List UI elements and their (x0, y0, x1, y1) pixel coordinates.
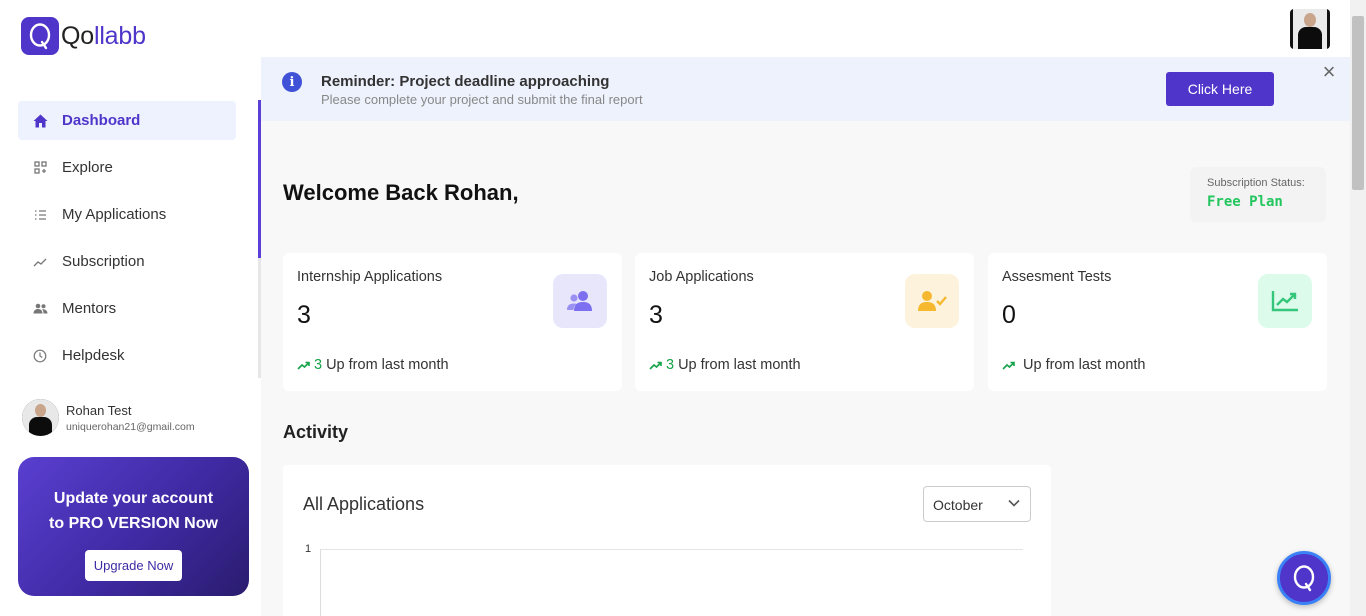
chart-gridline (320, 549, 1023, 550)
sidebar-item-label: Helpdesk (62, 347, 125, 364)
sidebar-item-dashboard[interactable]: Dashboard (18, 101, 236, 140)
card-title: Assesment Tests (1002, 269, 1112, 285)
top-bar (261, 0, 1350, 57)
card-foot-text: Up from last month (678, 357, 801, 373)
sidebar-item-label: My Applications (62, 206, 167, 223)
sidebar-item-label: Explore (62, 159, 113, 176)
clock-icon (32, 348, 48, 364)
user-profile[interactable]: Rohan Test uniquerohan21@gmail.com (22, 399, 195, 436)
trend-up-icon (1002, 358, 1015, 373)
promo-line-1: Update your account (53, 490, 214, 507)
card-foot: Up from last month (1002, 357, 1146, 373)
avatar (22, 399, 59, 436)
user-check-icon (905, 274, 959, 328)
stat-card-jobs[interactable]: Job Applications 3 3 Up from last month (635, 253, 974, 391)
sidebar-item-mentors[interactable]: Mentors (18, 289, 236, 328)
card-value: 3 (649, 301, 663, 329)
promo-line-2: to PRO VERSION Now (49, 515, 218, 532)
chart-y-axis (320, 549, 321, 616)
sidebar-item-subscription[interactable]: Subscription (18, 242, 236, 281)
chart-up-icon (1258, 274, 1312, 328)
upgrade-promo: Update your account to PRO VERSION Now U… (18, 457, 249, 596)
banner-subtitle: Please complete your project and submit … (321, 92, 643, 107)
stat-card-internship[interactable]: Internship Applications 3 3 Up from last… (283, 253, 622, 391)
upgrade-now-button[interactable]: Upgrade Now (84, 550, 183, 581)
profile-avatar[interactable] (1290, 9, 1330, 49)
card-value: 0 (1002, 301, 1016, 329)
users-icon (553, 274, 607, 328)
applications-chart-card: All Applications October 1 (283, 465, 1051, 616)
user-name: Rohan Test (66, 402, 132, 418)
y-tick-label: 1 (305, 543, 312, 555)
sidebar-item-my-applications[interactable]: My Applications (18, 195, 236, 234)
sidebar-nav: Dashboard Explore My Applications Subscr… (18, 101, 236, 383)
info-icon: i (282, 72, 302, 92)
sidebar-item-explore[interactable]: Explore (18, 148, 236, 187)
click-here-button[interactable]: Click Here (1166, 72, 1274, 106)
card-foot-text: Up from last month (1023, 357, 1146, 373)
card-foot-text: Up from last month (326, 357, 449, 373)
month-select[interactable]: October (923, 486, 1031, 522)
logo[interactable]: Qollabb (21, 17, 146, 55)
card-foot: 3 Up from last month (297, 357, 449, 373)
logo-mark-icon (21, 17, 59, 55)
banner-title: Reminder: Project deadline approaching (321, 73, 610, 90)
card-delta: 3 (666, 357, 675, 373)
chart-title: All Applications (303, 494, 425, 514)
sidebar-item-helpdesk[interactable]: Helpdesk (18, 336, 236, 375)
logo-mark-icon (1293, 565, 1315, 592)
card-title: Job Applications (649, 269, 754, 285)
subscription-status: Subscription Status: Free Plan (1190, 167, 1326, 222)
card-foot: 3 Up from last month (649, 357, 801, 373)
grid-icon (32, 160, 48, 176)
people-icon (32, 301, 48, 317)
card-title: Internship Applications (297, 269, 443, 285)
chat-fab-button[interactable] (1277, 551, 1331, 605)
logo-text: Qollabb (61, 21, 146, 50)
card-value: 3 (297, 301, 311, 329)
chevron-down-icon (1008, 495, 1020, 510)
sidebar: Qollabb Dashboard Explore My Application… (0, 0, 261, 616)
trend-icon (32, 254, 48, 270)
subscription-value: Free Plan (1207, 194, 1283, 210)
list-icon (32, 207, 48, 223)
trend-up-icon (649, 358, 662, 373)
month-select-value: October (933, 497, 983, 513)
page-scroll-thumb[interactable] (1352, 16, 1364, 190)
subscription-label: Subscription Status: (1207, 177, 1305, 189)
trend-up-icon (297, 358, 310, 373)
main-content: i Reminder: Project deadline approaching… (261, 0, 1350, 616)
sidebar-item-label: Subscription (62, 253, 145, 270)
reminder-banner: i Reminder: Project deadline approaching… (261, 57, 1350, 121)
home-icon (32, 113, 48, 129)
sidebar-item-label: Dashboard (62, 112, 141, 129)
sidebar-item-label: Mentors (62, 300, 117, 317)
activity-heading: Activity (283, 422, 349, 442)
card-delta: 3 (314, 357, 323, 373)
stat-card-assessments[interactable]: Assesment Tests 0 Up from last month (988, 253, 1327, 391)
close-icon[interactable]: × (1319, 61, 1339, 83)
page-title: Welcome Back Rohan, (283, 180, 519, 205)
user-email: uniquerohan21@gmail.com (66, 420, 195, 433)
